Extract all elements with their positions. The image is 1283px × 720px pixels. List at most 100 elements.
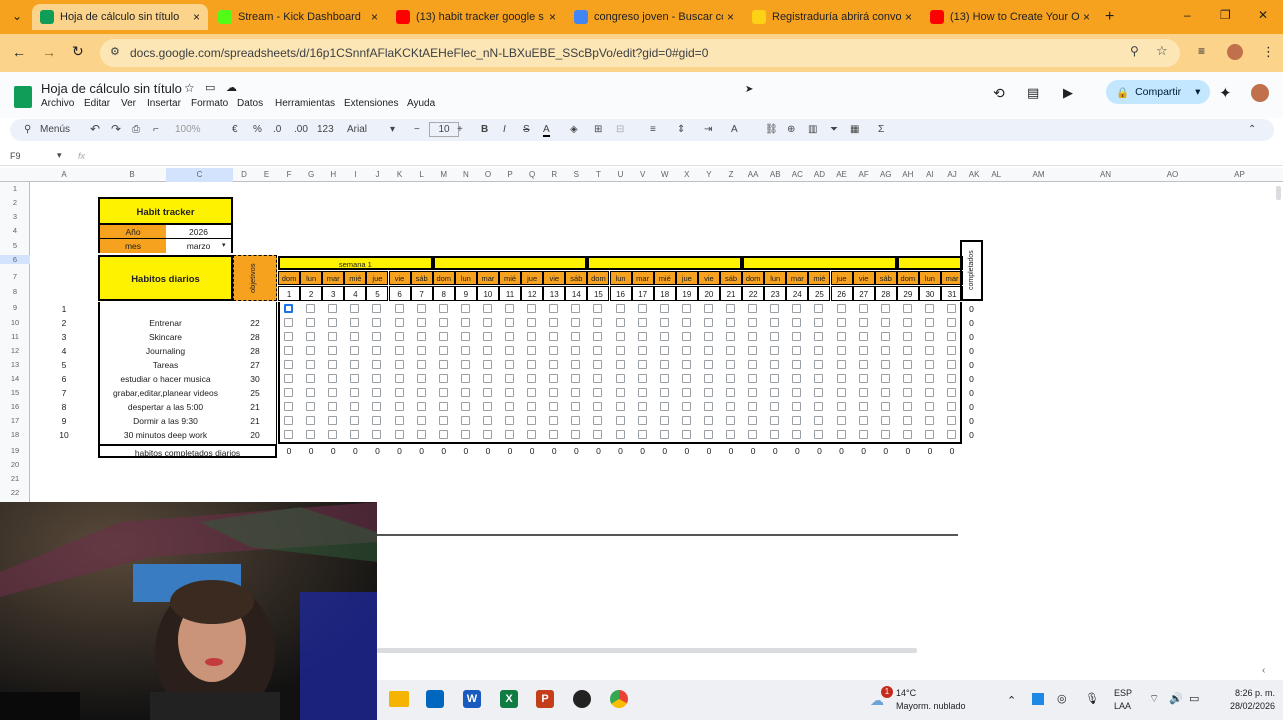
habit-checkbox[interactable] [858,360,868,369]
habit-checkbox[interactable] [416,430,426,439]
habit-checkbox[interactable] [748,332,758,341]
document-title[interactable]: Hoja de cálculo sin título [41,81,182,96]
habit-checkbox[interactable] [284,346,293,355]
habit-checkbox[interactable] [571,374,581,383]
habit-checkbox[interactable] [284,388,293,397]
habit-checkbox[interactable] [836,360,846,369]
habit-checkbox[interactable] [615,402,625,411]
habit-checkbox[interactable] [637,430,647,439]
habit-checkbox[interactable] [615,430,625,439]
habit-checkbox[interactable] [284,402,293,411]
zoom-icon[interactable]: ⚲ [1130,44,1139,58]
font-size-input[interactable]: 10 [429,122,459,137]
habit-checkbox[interactable] [880,388,890,397]
minimize-button[interactable]: – [1184,8,1191,22]
habit-checkbox[interactable] [416,318,426,327]
habit-checkbox[interactable] [681,388,691,397]
habit-checkbox[interactable] [284,430,293,439]
tab-close-button[interactable]: × [905,10,912,24]
name-box-chevron-icon[interactable]: ▾ [57,150,62,161]
comments-icon[interactable]: ▤ [1027,85,1039,101]
habit-checkbox[interactable] [571,388,581,397]
habit-checkbox[interactable] [571,304,581,313]
habit-checkbox[interactable] [394,430,404,439]
habit-checkbox[interactable] [306,402,316,411]
habit-checkbox[interactable] [394,332,404,341]
tab-search-icon[interactable]: ⌄ [12,9,22,23]
column-header-X[interactable]: X [676,168,698,182]
horizontal-scrollbar[interactable] [377,648,917,653]
row-header-3[interactable]: 3 [0,212,30,221]
habit-checkbox[interactable] [328,318,338,327]
habit-checkbox[interactable] [482,346,492,355]
habit-checkbox[interactable] [615,416,625,425]
column-header-AN[interactable]: AN [1072,168,1139,182]
word-icon[interactable]: W [463,690,481,708]
column-header-U[interactable]: U [610,168,632,182]
habit-checkbox[interactable] [350,402,360,411]
habit-checkbox[interactable] [748,388,758,397]
column-header-AM[interactable]: AM [1005,168,1072,182]
habit-checkbox[interactable] [858,430,868,439]
habit-checkbox[interactable] [527,304,537,313]
row-header-4[interactable]: 4 [0,226,30,235]
habit-checkbox[interactable] [792,332,802,341]
habit-checkbox[interactable] [615,318,625,327]
habit-checkbox[interactable] [637,332,647,341]
row-header-14[interactable]: 14 [0,374,30,383]
habit-checkbox[interactable] [438,346,448,355]
habit-checkbox[interactable] [593,416,603,425]
column-header-AO[interactable]: AO [1139,168,1206,182]
browser-tab[interactable]: congreso joven - Buscar co × [566,4,742,30]
habit-checkbox[interactable] [924,332,934,341]
tab-close-button[interactable]: × [371,10,378,24]
chrome-icon[interactable] [610,690,628,708]
search-menus-icon[interactable]: ⚲ [24,124,31,135]
history-icon[interactable]: ⟲ [993,85,1005,102]
habit-checkbox[interactable] [505,416,514,425]
habit-checkbox[interactable] [416,416,426,425]
row-header-10[interactable]: 10 [0,318,30,327]
habit-checkbox[interactable] [836,374,846,383]
habit-checkbox[interactable] [814,430,824,439]
row-header-7[interactable]: 7 [0,272,30,281]
column-header-AF[interactable]: AF [853,168,875,182]
habit-checkbox[interactable] [858,388,868,397]
habit-checkbox[interactable] [306,430,316,439]
habit-checkbox[interactable] [858,416,868,425]
habit-checkbox[interactable] [527,402,537,411]
column-header-AH[interactable]: AH [897,168,919,182]
habit-checkbox[interactable] [527,374,537,383]
habit-checkbox[interactable] [880,374,890,383]
habit-checkbox[interactable] [350,346,360,355]
reload-icon[interactable]: ↻ [72,43,84,60]
row-header-15[interactable]: 15 [0,388,30,397]
habit-checkbox[interactable] [902,346,912,355]
habit-checkbox[interactable] [703,332,713,341]
menu-ayuda[interactable]: Ayuda [407,98,435,109]
habit-checkbox[interactable] [505,374,514,383]
browser-tab[interactable]: Hoja de cálculo sin título × [32,4,208,30]
habit-checkbox[interactable] [814,332,824,341]
zoom-select[interactable]: 100% [175,124,201,135]
habit-checkbox[interactable] [748,360,758,369]
habit-checkbox[interactable] [814,360,824,369]
habit-checkbox[interactable] [681,360,691,369]
habit-checkbox[interactable] [416,332,426,341]
habit-checkbox[interactable] [814,304,824,313]
habit-checkbox[interactable] [880,402,890,411]
habit-checkbox[interactable] [880,360,890,369]
habit-checkbox[interactable] [505,402,514,411]
habit-checkbox[interactable] [284,318,293,327]
habit-checkbox[interactable] [770,374,780,383]
row-header-22[interactable]: 22 [0,488,30,497]
column-header-AA[interactable]: AA [742,168,764,182]
habit-checkbox[interactable] [902,388,912,397]
habit-checkbox[interactable] [748,402,758,411]
habit-checkbox[interactable] [328,346,338,355]
habit-checkbox[interactable] [748,430,758,439]
habit-checkbox[interactable] [527,332,537,341]
language-code[interactable]: ESP [1114,688,1132,698]
habit-checkbox[interactable] [726,360,735,369]
habit-checkbox[interactable] [902,430,912,439]
